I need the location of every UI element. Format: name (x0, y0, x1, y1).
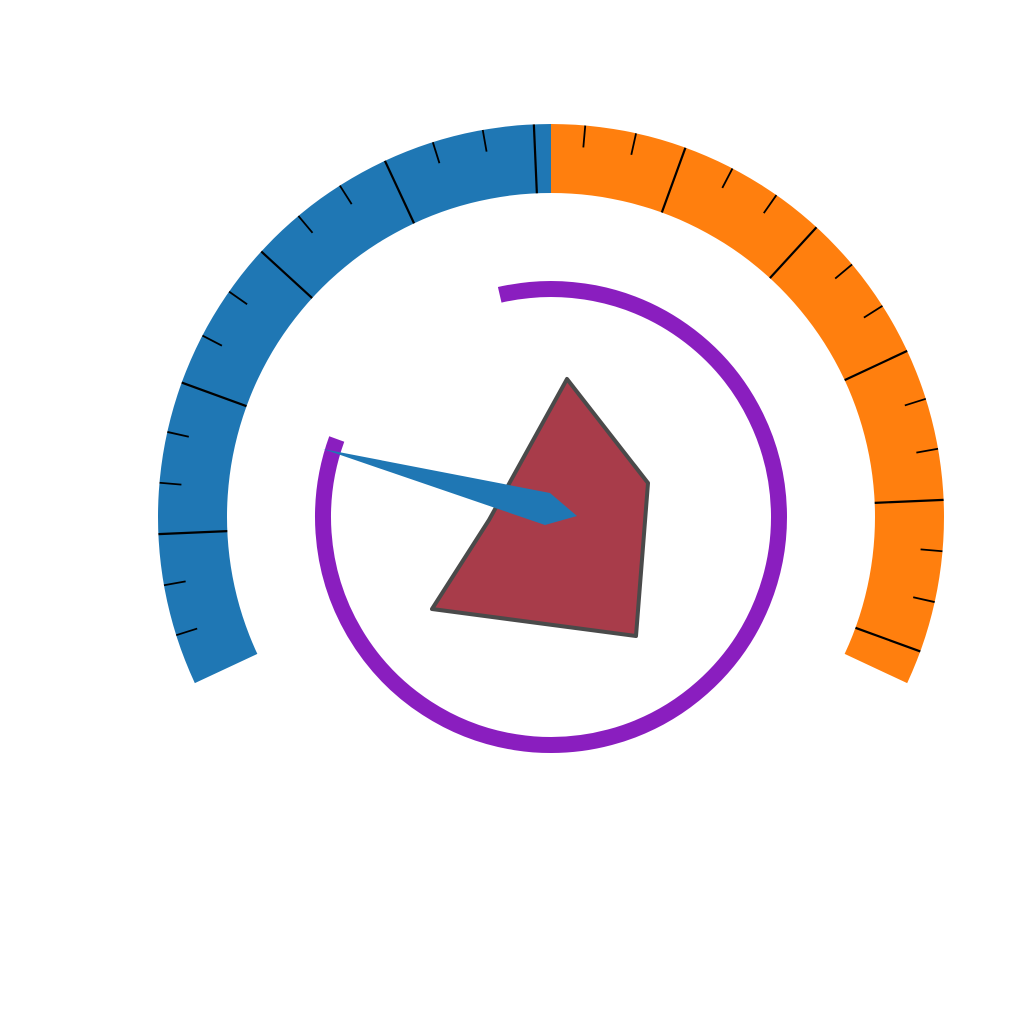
gauge-figure (0, 0, 1024, 1024)
gauge-canvas (158, 124, 944, 753)
